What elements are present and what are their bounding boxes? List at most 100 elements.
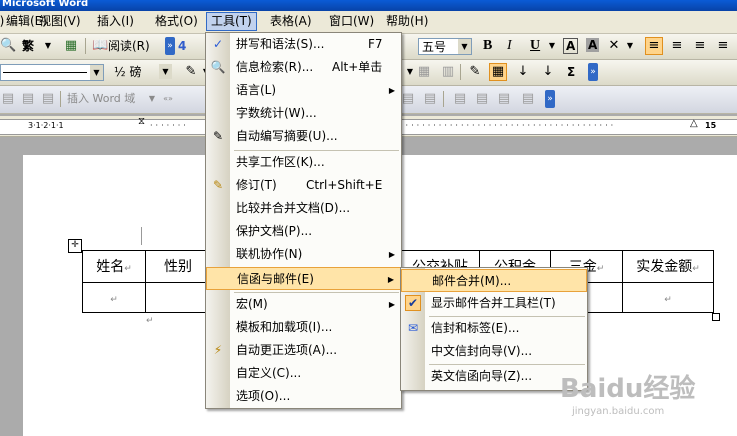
watermark-url: jingyan.baidu.com xyxy=(572,406,665,417)
table-resize-handle-icon[interactable] xyxy=(712,313,720,321)
line-weight-value: ½ 磅 xyxy=(114,65,142,79)
toolbar-options-button[interactable]: » xyxy=(165,37,175,55)
menu-item-compare-merge[interactable]: 比较并合并文档(D)... xyxy=(206,197,401,220)
chevron-down-icon[interactable]: ▼ xyxy=(144,91,160,107)
insert-word-field-button[interactable]: 插入 Word 域 xyxy=(67,90,135,108)
bold-button[interactable]: B xyxy=(483,37,492,55)
font-size-combo[interactable]: 五号 ▼ xyxy=(418,38,472,55)
menu-item-autosummarize[interactable]: ✎ 自动编写摘要(U)... xyxy=(206,125,401,148)
toolbar-options-button[interactable]: » xyxy=(545,90,555,108)
ruler-right-number: 15 xyxy=(705,121,717,130)
menu-item-macro[interactable]: 宏(M) ▶ xyxy=(206,293,401,316)
menu-item-customize[interactable]: 自定义(C)... xyxy=(206,362,401,385)
research-icon[interactable]: 🔍 xyxy=(0,38,16,54)
recipients-icon[interactable]: ▤ xyxy=(40,91,56,107)
table-cell[interactable] xyxy=(145,282,207,313)
merge-to-printer-icon[interactable]: ▤ xyxy=(452,91,468,107)
merge-to-email-icon[interactable]: ▤ xyxy=(474,91,490,107)
merge-to-fax-icon[interactable]: ▤ xyxy=(496,91,512,107)
line-style-combo[interactable]: ▼ xyxy=(0,64,104,81)
menu-item-templates-addins[interactable]: 模板和加载项(I)... xyxy=(206,316,401,339)
submenu-arrow-icon: ▶ xyxy=(387,275,394,284)
menu-item-track-changes[interactable]: ✎ 修订(T) Ctrl+Shift+E xyxy=(206,174,401,197)
menu-item-mail-merge[interactable]: 邮件合并(M)... xyxy=(401,269,587,292)
menu-tools[interactable]: 工具(T) xyxy=(206,12,257,31)
table-header-cell[interactable]: 实发金额↵ xyxy=(622,250,714,283)
chevron-down-icon[interactable]: ▼ xyxy=(622,38,638,54)
submenu-arrow-icon: ▶ xyxy=(388,300,395,309)
submenu-arrow-icon: ▶ xyxy=(388,86,395,95)
menu-format[interactable]: 格式(O) xyxy=(151,13,202,30)
align-center-icon[interactable]: ≡ xyxy=(669,38,685,54)
menu-item-spelling[interactable]: ✓ 拼写和语法(S)... F7 xyxy=(206,33,401,56)
menu-item-word-count[interactable]: 字数统计(W)... xyxy=(206,102,401,125)
merge-to-document-icon[interactable]: ▤ xyxy=(422,91,438,107)
align-left-icon[interactable]: ≡ xyxy=(645,37,663,55)
menu-item-research[interactable]: 🔍 信息检索(R)... Alt+单击 xyxy=(206,56,401,79)
open-source-icon[interactable]: ▤ xyxy=(20,91,36,107)
menu-item-online-collaboration[interactable]: 联机协作(N) ▶ xyxy=(206,243,401,266)
table-move-handle-icon[interactable]: ✛ xyxy=(68,239,82,253)
justify-icon[interactable]: ≡ xyxy=(715,38,731,54)
watermark-logo: Baidu经验 xyxy=(560,374,696,404)
menu-item-chinese-envelope-wizard[interactable]: 中文信封向导(V)... xyxy=(401,340,587,363)
underline-button[interactable]: U xyxy=(530,37,540,55)
menu-help[interactable]: 帮助(H) xyxy=(382,13,432,30)
check-errors-icon[interactable]: ▤ xyxy=(400,91,416,107)
table-header-cell[interactable]: 姓名↵ xyxy=(82,250,146,283)
chevron-down-icon[interactable]: ▼ xyxy=(40,38,56,54)
line-weight-combo[interactable]: ½ 磅 ▼ xyxy=(111,64,172,81)
sort-ascending-icon[interactable]: ↓ xyxy=(515,64,531,80)
char-shading-button[interactable]: A xyxy=(586,38,600,52)
autosum-button[interactable]: Σ xyxy=(567,63,575,81)
pen-color-icon[interactable]: ✎ xyxy=(183,64,199,80)
table-cell[interactable]: ↵ xyxy=(82,282,146,313)
summary-icon: ✎ xyxy=(212,129,224,143)
font-size-value: 五号 xyxy=(422,40,447,54)
insert-table-icon[interactable]: ▦ xyxy=(416,64,432,80)
abc-check-icon: ✓ xyxy=(212,37,224,51)
menu-item-shared-workspace[interactable]: 共享工作区(K)... xyxy=(206,151,401,174)
italic-button[interactable]: I xyxy=(507,37,512,55)
title-bar: Microsoft Word xyxy=(0,0,737,11)
spreadsheet-icon[interactable]: ▦ xyxy=(63,38,79,54)
view-merged-icon[interactable]: «» xyxy=(160,91,176,107)
window-title: Microsoft Word xyxy=(2,0,89,9)
chevron-down-icon[interactable]: ▼ xyxy=(544,38,560,54)
menu-insert[interactable]: 插入(I) xyxy=(93,13,138,30)
align-right-icon[interactable]: ≡ xyxy=(692,38,708,54)
char-border-button[interactable]: A xyxy=(563,38,579,54)
menu-item-autocorrect[interactable]: ⚡ 自动更正选项(A)... xyxy=(206,339,401,362)
table-cell[interactable]: ↵ xyxy=(622,282,714,313)
menu-item-envelopes-labels[interactable]: ✉ 信封和标签(E)... xyxy=(401,317,587,340)
track-changes-icon: ✎ xyxy=(212,178,224,192)
find-entry-icon[interactable]: ▤ xyxy=(520,91,536,107)
indent-marker-icon[interactable]: ⧖ xyxy=(138,116,145,127)
envelope-icon: ✉ xyxy=(407,321,419,335)
sort-descending-icon[interactable]: ↓ xyxy=(540,64,556,80)
phonetic-icon[interactable]: ✕ xyxy=(606,38,622,54)
submenu-arrow-icon: ▶ xyxy=(388,250,395,259)
autoformat-icon[interactable]: ✎ xyxy=(467,64,483,80)
research-icon: 🔍 xyxy=(210,60,226,74)
style-number[interactable]: 4 xyxy=(178,37,186,55)
tools-menu: ✓ 拼写和语法(S)... F7 🔍 信息检索(R)... Alt+单击 语言(L) ▶ … xyxy=(205,32,402,409)
reading-button[interactable]: 阅读(R) xyxy=(108,37,150,55)
menu-item-letters-mailings[interactable]: 信函与邮件(E) ▶ xyxy=(206,267,401,290)
right-indent-marker-icon[interactable]: △ xyxy=(690,118,698,129)
menu-table[interactable]: 表格(A) xyxy=(266,13,316,30)
checkmark-icon: ✔ xyxy=(405,295,421,311)
menu-view[interactable]: 视图(V) xyxy=(35,13,85,30)
menu-item-language[interactable]: 语言(L) ▶ xyxy=(206,79,401,102)
main-document-icon[interactable]: ▤ xyxy=(0,91,16,107)
menu-item-options[interactable]: 选项(O)... xyxy=(206,385,401,408)
menu-window[interactable]: 窗口(W) xyxy=(325,13,378,30)
merge-cells-icon[interactable]: ▥ xyxy=(440,64,456,80)
menu-item-show-mail-merge-toolbar[interactable]: ✔ 显示邮件合并工具栏(T) xyxy=(401,292,587,315)
gridlines-icon[interactable]: ▦ xyxy=(489,63,507,81)
traditional-button[interactable]: 繁 xyxy=(22,37,34,55)
toolbar-options-button[interactable]: » xyxy=(588,63,598,81)
chevron-down-icon: ▼ xyxy=(458,39,471,54)
table-header-cell[interactable]: 性别 xyxy=(145,250,207,283)
menu-item-protect-document[interactable]: 保护文档(P)... xyxy=(206,220,401,243)
